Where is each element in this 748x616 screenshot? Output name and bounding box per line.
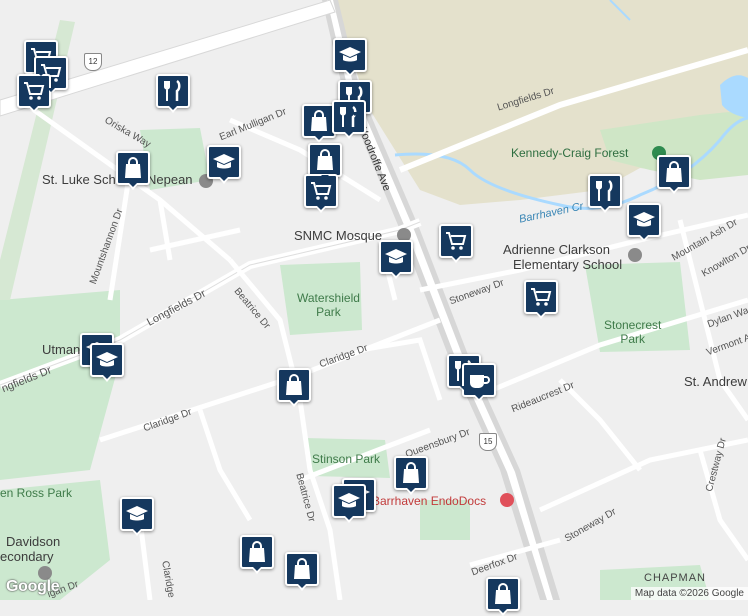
poi-label-davidson-2: econdary (0, 549, 54, 564)
shopping-bag-pin[interactable] (486, 577, 520, 616)
shopping-cart-icon (309, 179, 333, 203)
school-icon (338, 43, 362, 67)
shopping-cart-pin[interactable] (304, 174, 338, 213)
map-attribution[interactable]: Map data ©2026 Google (630, 587, 748, 600)
shopping-bag-icon (491, 582, 515, 606)
shopping-bag-icon (307, 109, 331, 133)
shopping-bag-icon (290, 557, 314, 581)
shopping-bag-pin[interactable] (302, 104, 336, 143)
poi-label-utman: Utman (42, 342, 81, 357)
google-logo: Google (6, 578, 60, 595)
shopping-cart-pin[interactable] (439, 224, 473, 263)
shopping-bag-icon (121, 156, 145, 180)
poi-label-nepean: Nepean (147, 172, 193, 187)
poi-label-st-luke: St. Luke Sch (42, 172, 116, 187)
restaurant-icon (593, 179, 617, 203)
shopping-cart-icon (22, 79, 46, 103)
shopping-bag-pin[interactable] (308, 143, 342, 182)
park-label-ben-ross: en Ross Park (0, 486, 73, 500)
shopping-bag-icon (662, 160, 686, 184)
poi-label-st-andrew: St. Andrew (684, 374, 747, 389)
poi-label-barrhaven-endodocs: Barrhaven EndoDocs (372, 494, 487, 508)
park-label-watershield-line1: Watershield (297, 291, 360, 305)
school-icon (125, 502, 149, 526)
restaurant-pin[interactable] (156, 74, 190, 113)
cafe-pin[interactable] (462, 363, 496, 402)
shopping-bag-pin[interactable] (240, 535, 274, 574)
highway-15-shield: 15 (479, 433, 497, 451)
map-canvas[interactable]: 12 15 Woodroffe Ave Longfields Dr Longfi… (0, 0, 748, 616)
park-label-stonecrest-line1: Stonecrest (604, 318, 662, 332)
shopping-bag-pin[interactable] (285, 552, 319, 591)
shopping-cart-pin[interactable] (17, 74, 51, 113)
poi-label-adrienne-clarkson-2: Elementary School (513, 257, 623, 272)
shopping-bag-pin[interactable] (394, 456, 428, 495)
restaurant-pin[interactable] (332, 100, 366, 139)
shopping-bag-icon (245, 540, 269, 564)
school-pin[interactable] (379, 240, 413, 279)
area-label-chapman: CHAPMAN (644, 572, 707, 584)
highway-12-shield: 12 (84, 53, 102, 71)
shopping-bag-icon (399, 461, 423, 485)
school-pin[interactable] (120, 497, 154, 536)
restaurant-icon (337, 105, 361, 129)
shopping-bag-pin[interactable] (657, 155, 691, 194)
poi-label-davidson-1: Davidson (6, 534, 61, 549)
school-icon (632, 208, 656, 232)
park-label-stonecrest-line2: Park (620, 332, 646, 346)
school-place-icon (628, 248, 642, 262)
school-pin[interactable] (333, 38, 367, 77)
shopping-cart-icon (444, 229, 468, 253)
cafe-icon (467, 368, 491, 392)
shopping-bag-pin[interactable] (116, 151, 150, 190)
shopping-cart-icon (529, 285, 553, 309)
school-pin[interactable] (207, 145, 241, 184)
school-pin[interactable] (90, 343, 124, 382)
shopping-cart-pin[interactable] (524, 280, 558, 319)
poi-label-snmc-mosque: SNMC Mosque (294, 228, 383, 243)
restaurant-icon (161, 79, 185, 103)
school-icon (212, 150, 236, 174)
poi-label-kennedy-craig-forest: Kennedy-Craig Forest (511, 146, 629, 160)
shopping-bag-icon (282, 373, 306, 397)
restaurant-pin[interactable] (588, 174, 622, 213)
park-label-watershield: Watershield Park (297, 291, 360, 319)
shopping-bag-icon (313, 148, 337, 172)
shopping-bag-pin[interactable] (277, 368, 311, 407)
park-label-watershield-line2: Park (316, 305, 341, 319)
hospital-icon (500, 493, 514, 507)
poi-label-adrienne-clarkson-1: Adrienne Clarkson (503, 242, 610, 257)
school-icon (384, 245, 408, 269)
park-label-stinson: Stinson Park (312, 452, 381, 466)
park-label-stonecrest: Stonecrest Park (604, 318, 661, 346)
school-pin[interactable] (627, 203, 661, 242)
